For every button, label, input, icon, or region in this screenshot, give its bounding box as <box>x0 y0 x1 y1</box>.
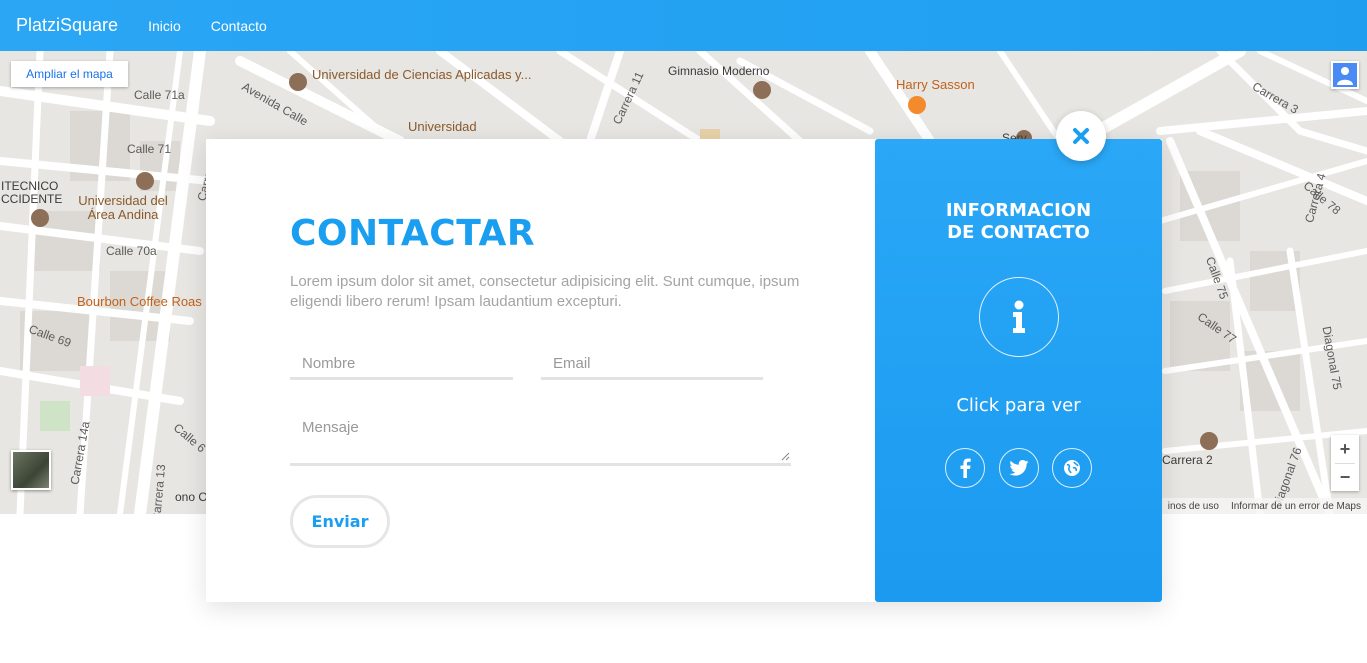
nav-link-contacto[interactable]: Contacto <box>211 18 267 34</box>
globe-icon[interactable] <box>1052 448 1092 488</box>
zoom-control: + − <box>1331 435 1359 491</box>
zoom-in-button[interactable]: + <box>1331 435 1359 463</box>
email-field[interactable]: Email <box>541 350 763 380</box>
info-title-line: DE CONTACTO <box>947 222 1090 243</box>
contact-title: CONTACTAR <box>290 213 536 254</box>
contact-description: Lorem ipsum dolor sit amet, consectetur … <box>290 273 800 310</box>
brand-link[interactable]: PlatziSquare <box>16 15 118 36</box>
map-label: Universidad de Ciencias Aplicadas y... <box>312 67 532 82</box>
map-label: Carrera 2 <box>1162 453 1213 467</box>
map-label: Calle 71a <box>134 88 185 102</box>
map-label: Calle 70a <box>106 244 157 258</box>
resize-handle-icon[interactable] <box>781 452 790 461</box>
message-placeholder: Mensaje <box>302 419 359 436</box>
map-label: Calle 71 <box>127 142 172 156</box>
contact-modal: CONTACTAR Lorem ipsum dolor sit amet, co… <box>206 139 1162 602</box>
message-field[interactable]: Mensaje <box>290 413 791 466</box>
map-footer: inos de uso Informar de un error de Maps <box>1161 498 1367 514</box>
zoom-out-button[interactable]: − <box>1331 463 1359 491</box>
map-label: Universidad <box>408 119 477 134</box>
close-icon[interactable] <box>1056 111 1106 161</box>
poi-marker <box>289 73 307 91</box>
map-label: Bourbon Coffee Roas <box>77 294 202 309</box>
facebook-icon[interactable] <box>945 448 985 488</box>
click-to-view-label[interactable]: Click para ver <box>875 395 1162 416</box>
map-label: CCIDENTE <box>1 192 63 206</box>
satellite-toggle[interactable] <box>11 450 51 490</box>
twitter-icon[interactable] <box>999 448 1039 488</box>
send-button[interactable]: Enviar <box>290 495 390 548</box>
contact-info-panel: INFORMACION DE CONTACTO Click para ver <box>875 139 1162 602</box>
enlarge-map-button[interactable]: Ampliar el mapa <box>11 61 128 87</box>
pegman-icon[interactable] <box>1331 61 1359 89</box>
map-label: Gimnasio Moderno <box>668 64 770 78</box>
info-title-line: INFORMACION <box>945 200 1092 221</box>
navbar: PlatziSquare Inicio Contacto <box>0 0 1367 51</box>
map-label: Harry Sasson <box>896 77 975 92</box>
contact-form-panel: CONTACTAR Lorem ipsum dolor sit amet, co… <box>206 139 875 602</box>
map-label: ITECNICO <box>1 179 59 193</box>
nav-link-inicio[interactable]: Inicio <box>148 18 181 34</box>
terms-link[interactable]: inos de uso <box>1168 501 1219 512</box>
name-field[interactable]: Nombre <box>290 350 513 380</box>
info-icon[interactable] <box>979 277 1059 357</box>
info-title: INFORMACION DE CONTACTO <box>875 200 1162 244</box>
report-error-link[interactable]: Informar de un error de Maps <box>1231 501 1361 512</box>
map-label: Universidad del Área Andina <box>78 193 168 222</box>
